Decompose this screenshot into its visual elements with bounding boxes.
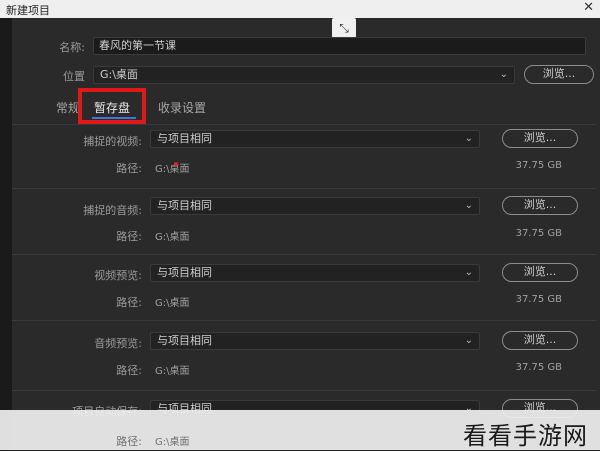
dialog-title: 新建项目	[6, 4, 50, 17]
chevron-down-icon: ⌄	[464, 335, 473, 346]
tab-general[interactable]: 常规	[56, 99, 80, 116]
location-value: G:\桌面	[100, 68, 138, 81]
captured-video-path: G:\桌面	[155, 164, 190, 175]
chevron-down-icon: ⌄	[464, 133, 473, 144]
captured-audio-size: 37.75 GB	[515, 228, 562, 239]
title-bar: 新建项目 ✕	[0, 0, 600, 18]
captured-audio-select[interactable]: 与项目相同 ⌄	[150, 197, 480, 215]
auto-save-path: G:\桌面	[155, 437, 190, 448]
location-browse-button[interactable]: 浏览...	[524, 65, 594, 84]
name-label: 名称:	[59, 41, 85, 54]
captured-audio-path-label: 路径:	[116, 230, 142, 243]
location-select[interactable]: G:\桌面 ⌄	[93, 66, 515, 84]
audio-preview-path-label: 路径:	[116, 364, 142, 377]
cursor-dot	[174, 162, 178, 166]
video-preview-browse-button[interactable]: 浏览...	[502, 263, 578, 282]
audio-preview-browse-button[interactable]: 浏览...	[502, 331, 578, 350]
audio-preview-path: G:\桌面	[155, 366, 190, 377]
video-preview-path: G:\桌面	[155, 298, 190, 309]
restore-icon[interactable]: ⤡	[332, 18, 356, 38]
audio-preview-size: 37.75 GB	[515, 362, 562, 373]
project-name-input[interactable]: 春风的第一节课	[93, 37, 586, 55]
captured-audio-browse-button[interactable]: 浏览...	[502, 196, 578, 215]
captured-video-size: 37.75 GB	[515, 160, 562, 171]
chevron-down-icon: ⌄	[464, 267, 473, 278]
captured-video-label: 捕捉的视频:	[83, 135, 142, 148]
video-preview-path-label: 路径:	[116, 296, 142, 309]
audio-preview-select[interactable]: 与项目相同 ⌄	[150, 332, 480, 350]
captured-video-value: 与项目相同	[157, 132, 212, 145]
video-preview-label: 视频预览:	[94, 269, 142, 282]
video-preview-size: 37.75 GB	[515, 294, 562, 305]
audio-preview-value: 与项目相同	[157, 334, 212, 347]
tab-ingest-settings[interactable]: 收录设置	[158, 99, 206, 116]
captured-audio-label: 捕捉的音频:	[83, 204, 142, 217]
captured-video-browse-button[interactable]: 浏览...	[502, 129, 578, 148]
video-preview-value: 与项目相同	[157, 266, 212, 279]
chevron-down-icon: ⌄	[464, 200, 473, 211]
captured-video-select[interactable]: 与项目相同 ⌄	[150, 130, 480, 148]
location-label: 位置	[63, 70, 85, 83]
captured-audio-value: 与项目相同	[157, 199, 212, 212]
highlight-box	[78, 88, 146, 124]
captured-audio-path: G:\桌面	[155, 232, 190, 243]
chevron-down-icon: ⌄	[499, 69, 508, 80]
left-edge	[0, 18, 12, 450]
close-icon[interactable]: ✕	[583, 0, 594, 15]
audio-preview-label: 音频预览:	[94, 337, 142, 350]
auto-save-path-label: 路径:	[116, 435, 142, 448]
captured-video-path-label: 路径:	[116, 162, 142, 175]
watermark-text: 看看手游网	[463, 422, 588, 450]
video-preview-select[interactable]: 与项目相同 ⌄	[150, 264, 480, 282]
